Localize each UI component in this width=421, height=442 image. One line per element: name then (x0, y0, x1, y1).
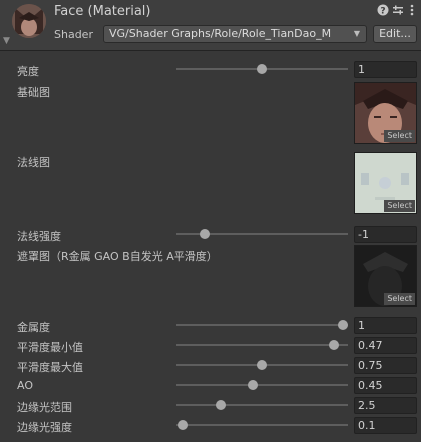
brightness-field[interactable]: 1 (354, 61, 417, 78)
normal-strength-slider[interactable] (176, 229, 348, 239)
texture-select-button[interactable]: Select (384, 200, 415, 212)
brightness-slider[interactable] (176, 64, 348, 74)
property-label-brightness: 亮度 (17, 65, 39, 78)
rim-intensity-field[interactable]: 0.1 (354, 417, 417, 434)
property-label-smoothness-max: 平滑度最大值 (17, 361, 83, 374)
metallic-field[interactable]: 1 (354, 317, 417, 334)
material-header: ▼ Face (Material) ? Shader VG/Shader Gra… (0, 0, 421, 51)
chevron-down-icon: ▼ (353, 29, 360, 38)
property-label-metallic: 金属度 (17, 321, 50, 334)
smoothness-max-field[interactable]: 0.75 (354, 357, 417, 374)
slider-thumb[interactable] (257, 64, 267, 74)
normal-map-texture-slot[interactable]: Select (354, 152, 417, 214)
shader-dropdown[interactable]: VG/Shader Graphs/Role/Role_TianDao_M ▼ (103, 25, 367, 43)
slider-thumb[interactable] (337, 320, 348, 330)
smoothness-max-slider[interactable] (176, 360, 348, 370)
property-label-mask-map: 遮罩图（R金属 GAO B自发光 A平滑度） (17, 250, 218, 263)
material-title: Face (Material) (54, 4, 151, 19)
texture-select-button[interactable]: Select (384, 293, 415, 305)
rim-range-field[interactable]: 2.5 (354, 397, 417, 414)
metallic-slider[interactable] (176, 320, 348, 330)
smoothness-min-field[interactable]: 0.47 (354, 337, 417, 354)
svg-text:?: ? (380, 7, 385, 17)
ao-slider[interactable] (176, 380, 348, 390)
normal-strength-field[interactable]: -1 (354, 226, 417, 243)
mask-map-texture-slot[interactable]: Select (354, 245, 417, 307)
rim-intensity-slider[interactable] (176, 420, 348, 430)
slider-thumb[interactable] (177, 420, 188, 430)
slider-thumb[interactable] (215, 400, 226, 410)
property-label-ao: AO (17, 379, 33, 392)
property-label-normal-map: 法线图 (17, 156, 50, 169)
property-label-smoothness-min: 平滑度最小值 (17, 341, 83, 354)
more-icon[interactable] (405, 4, 419, 18)
slider-thumb[interactable] (329, 340, 340, 350)
rim-range-slider[interactable] (176, 400, 348, 410)
property-label-base-map: 基础图 (17, 86, 50, 99)
foldout-arrow-icon[interactable]: ▼ (3, 36, 10, 46)
edit-shader-button[interactable]: Edit... (373, 25, 417, 43)
base-map-texture-slot[interactable]: Select (354, 82, 417, 144)
preset-icon[interactable] (391, 4, 405, 18)
shader-label: Shader (54, 28, 93, 41)
property-label-normal-strength: 法线强度 (17, 230, 61, 243)
smoothness-min-slider[interactable] (176, 340, 348, 350)
slider-thumb[interactable] (248, 380, 259, 390)
material-preview-thumbnail (12, 4, 46, 38)
property-label-rim-range: 边缘光范围 (17, 401, 72, 414)
help-icon[interactable]: ? (376, 4, 390, 18)
ao-field[interactable]: 0.45 (354, 377, 417, 394)
slider-thumb[interactable] (200, 229, 211, 239)
texture-select-button[interactable]: Select (384, 130, 415, 142)
shader-dropdown-value: VG/Shader Graphs/Role/Role_TianDao_M (109, 27, 332, 40)
slider-thumb[interactable] (257, 360, 267, 370)
property-label-rim-intensity: 边缘光强度 (17, 421, 72, 434)
